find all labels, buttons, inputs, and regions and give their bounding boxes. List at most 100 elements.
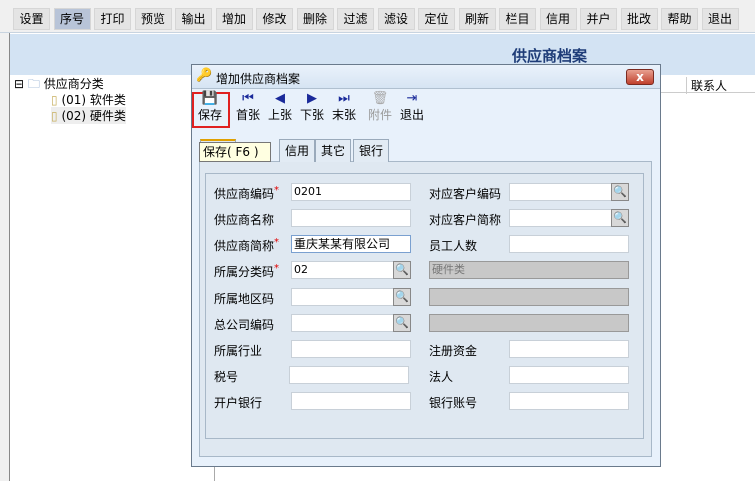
tree-root-label: 供应商分类 [43,77,104,91]
tab-panel: 供应商编码* 0201 供应商名称 供应商简称* 重庆某某有限公司 所属分类码* 02 🔍 所属… [199,161,652,457]
field-label: 对应客户编码 [429,187,502,201]
search-icon[interactable]: 🔍 [393,314,411,332]
field-input[interactable] [291,392,411,410]
required-mark: * [274,263,280,274]
field-label: 供应商编码* [214,185,279,202]
page-title: 供应商档案 [512,47,588,65]
toolbar-button[interactable]: 栏目 [499,8,536,30]
tree-item-label: (02) 硬件类 [61,109,126,123]
field-label: 总公司编码 [214,316,274,333]
search-icon[interactable]: 🔍 [393,261,411,279]
add-supplier-dialog: 🔑 增加供应商档案 x 💾 保存 ⏮ 首张 ◀ 上张 ▶ 下张 ⏭ 末张 🗑 附件 ⇥ 退出 供应商编码*… [191,64,661,467]
field-label: 所属地区码 [214,290,274,307]
field-input [429,314,629,332]
field-input[interactable]: 0201 [291,183,411,201]
close-button[interactable]: x [626,69,654,85]
tool-label: 下张 [299,108,324,122]
main-toolbar: 设置 序号 打印 预览 输出 增加 修改 删除 过滤 滤设 定位 刷新 栏目 信用 并户 批改 帮助 退出 [0,0,755,33]
field-label: 供应商名称 [214,211,274,228]
tool-label: 上张 [267,108,292,122]
toolbar-button[interactable]: 退出 [701,8,739,30]
key-icon: 🔑 [196,68,213,83]
field-label: 法人 [429,370,454,384]
toolbar-button[interactable]: 刷新 [458,8,496,30]
search-icon[interactable]: 🔍 [611,183,629,201]
toolbar-button[interactable]: 预览 [134,8,172,30]
tree-item[interactable]: ▯ (01) 软件类 [51,91,126,108]
tool-button[interactable]: ⇥ 退出 [396,91,428,123]
toolbar-button[interactable]: 打印 [94,8,131,30]
tool-button[interactable]: ▶ 下张 [296,91,328,123]
toolbar-button[interactable]: 序号 [53,8,91,30]
tool-label: 附件 [367,108,392,122]
label-text: 所属地区码 [214,292,275,306]
toolbar-button[interactable]: 帮助 [661,8,698,30]
dialog-title: 增加供应商档案 [216,72,301,86]
field-input[interactable] [509,392,629,410]
left-edge [0,0,10,481]
field-label: 员工人数 [429,239,478,253]
field-label: 税号 [214,368,238,385]
required-mark: * [274,237,280,248]
field-input [429,288,629,306]
field-input[interactable] [291,340,411,358]
label-text: 税号 [214,370,239,384]
search-icon[interactable]: 🔍 [611,209,629,227]
field-label: 银行账号 [429,396,478,410]
tool-button[interactable]: ⏮ 首张 [232,91,264,123]
last-icon: ⏭ [338,91,350,106]
column-contact[interactable]: 联系人 [686,77,727,94]
next-icon: ▶ [307,91,317,106]
label-text: 所属分类码 [214,265,275,279]
category-tree: ⊟ 🗀 供应商分类 ▯ (01) 软件类 ▯ (02) 硬件类 [11,75,215,481]
toolbar-button[interactable]: 增加 [215,8,253,30]
toolbar-button[interactable]: 过滤 [337,8,374,30]
field-input[interactable]: 重庆某某有限公司 [291,235,411,253]
field-input[interactable] [509,366,629,384]
document-icon: ▯ [51,93,58,107]
document-icon: ▯ [51,109,58,123]
tool-label: 退出 [399,108,424,122]
toolbar-button[interactable]: 设置 [13,8,50,30]
toolbar-button[interactable]: 输出 [175,8,212,30]
tool-button[interactable]: ⏭ 末张 [328,91,360,123]
basic-info-group: 供应商编码* 0201 供应商名称 供应商简称* 重庆某某有限公司 所属分类码* 02 🔍 所属… [205,173,644,439]
tab[interactable]: 信用 [279,139,316,162]
field-input[interactable] [509,340,629,358]
toolbar-button[interactable]: 定位 [418,8,455,30]
first-icon: ⏮ [242,91,254,106]
toolbar-button[interactable]: 删除 [296,8,334,30]
tool-label: 首张 [235,108,260,122]
label-text: 所属行业 [214,344,263,358]
label-text: 供应商简称 [214,239,275,253]
field-input[interactable] [291,209,411,227]
tool-label: 末张 [331,108,356,122]
toolbar-button[interactable]: 信用 [539,8,577,30]
toolbar-button[interactable]: 修改 [256,8,293,30]
toolbar-button[interactable]: 滤设 [377,8,415,30]
tree-item[interactable]: ▯ (02) 硬件类 [51,107,126,124]
field-input: 硬件类 [429,261,629,279]
save-button[interactable]: 💾 保存 [194,91,226,123]
field-label: 供应商简称* [214,237,279,254]
dialog-titlebar[interactable]: 🔑 增加供应商档案 x [192,65,660,89]
toolbar-button[interactable]: 批改 [620,8,658,30]
field-input[interactable] [289,366,409,384]
tool-button[interactable]: 🗑 附件 [364,91,396,123]
tool-label: 保存 [197,108,222,122]
tab[interactable]: 其它 [315,139,352,162]
label-text: 开户银行 [214,396,263,410]
tab[interactable]: 银行 [353,139,390,162]
tool-button[interactable]: ◀ 上张 [264,91,296,123]
tree-item-label: (01) 软件类 [61,93,126,107]
field-label: 所属行业 [214,342,262,359]
save-icon: 💾 [201,91,219,106]
save-tooltip: 保存( F6 ) [199,142,271,162]
toolbar-button[interactable]: 并户 [580,8,617,30]
field-input[interactable] [509,235,629,253]
label-text: 总公司编码 [214,318,275,332]
required-mark: * [274,185,280,196]
field-label: 所属分类码* [214,263,279,280]
field-label: 对应客户简称 [429,213,502,227]
search-icon[interactable]: 🔍 [393,288,411,306]
